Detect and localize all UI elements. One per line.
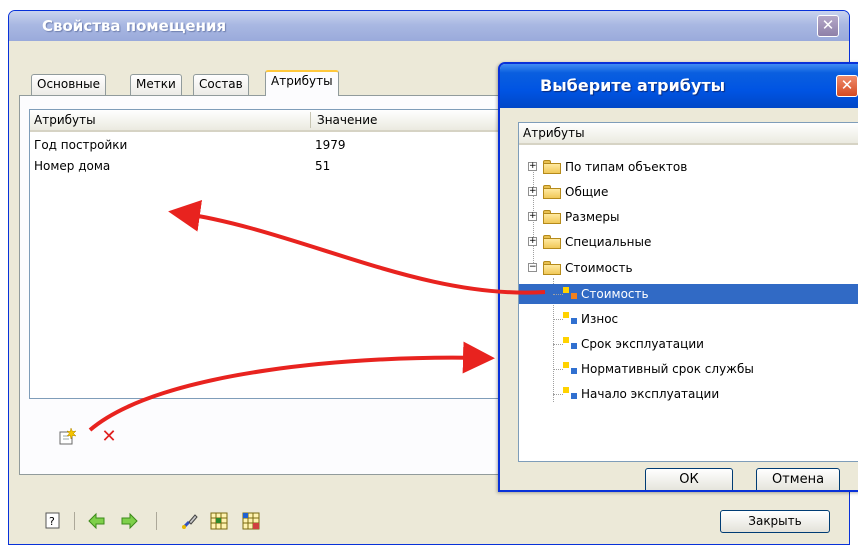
attributes-tree[interactable]: Атрибуты + По типам объектов + Общие + Р… [518,122,858,462]
tree-header: Атрибуты [519,123,858,145]
row-value: 51 [315,159,331,173]
tree-connector [553,294,563,295]
folder-icon [543,235,561,249]
tree-item-label: Общие [565,185,609,199]
tree-folder-by-object-type[interactable]: + По типам объектов [519,157,858,177]
grid-layout-icon[interactable] [242,512,260,530]
tab-labels[interactable]: Метки [130,74,182,95]
tree-connector [553,344,563,345]
ok-button[interactable]: ОК [645,468,733,490]
folder-icon [543,185,561,199]
add-attribute-icon[interactable] [58,427,77,446]
row-attribute: Год постройки [34,138,128,152]
table-row[interactable]: Номер дома 51 [30,157,508,177]
attribute-icon [563,337,579,351]
list-header: Атрибуты Значение [30,110,508,132]
tree-item-label: Стоимость [565,261,633,275]
window-title: Свойства помещения [9,11,849,41]
tree-item-label: Начало эксплуатации [581,387,720,401]
tree-item-label: Износ [581,312,619,326]
tree-folder-special[interactable]: + Специальные [519,232,858,252]
folder-icon [543,210,561,224]
attribute-icon [563,387,579,401]
back-arrow-icon[interactable] [88,512,106,530]
attribute-icon [563,312,579,326]
expand-icon[interactable]: + [528,212,537,221]
tree-connector [553,369,563,370]
select-attributes-dialog: Выберите атрибуты ✕ Атрибуты + По типам … [498,62,858,492]
row-value: 1979 [315,138,346,152]
tree-item-cost[interactable]: Стоимость [519,284,858,304]
dialog-title: Выберите атрибуты [500,64,858,108]
attributes-list[interactable]: Атрибуты Значение Год постройки 1979 Ном… [29,109,509,399]
tree-item-service-life[interactable]: Срок эксплуатации [519,334,858,354]
tree-item-start-of-use[interactable]: Начало эксплуатации [519,384,858,404]
tree-item-label: Специальные [565,235,652,249]
tree-folder-sizes[interactable]: + Размеры [519,207,858,227]
toolbar-separator [74,512,75,530]
dialog-close-button[interactable]: ✕ [836,75,858,97]
tree-item-wear[interactable]: Износ [519,309,858,329]
attribute-icon [563,362,579,376]
help-icon[interactable]: ? [44,512,62,530]
grid-settings-icon[interactable] [210,512,228,530]
tree-folder-cost[interactable]: − Стоимость [519,258,858,278]
tree-item-label: Размеры [565,210,620,224]
svg-text:?: ? [49,515,55,528]
tree-item-label: Нормативный срок службы [581,362,754,376]
tab-attributes[interactable]: Атрибуты [265,70,339,96]
tree-folder-general[interactable]: + Общие [519,182,858,202]
row-attribute: Номер дома [34,159,111,173]
column-divider[interactable] [310,112,311,128]
cancel-button[interactable]: Отмена [756,468,840,490]
tree-item-normative-life[interactable]: Нормативный срок службы [519,359,858,379]
close-button[interactable]: Закрыть [720,510,830,533]
collapse-icon[interactable]: − [528,263,537,272]
expand-icon[interactable]: + [528,187,537,196]
close-window-button[interactable]: ✕ [817,15,839,37]
toolbar-separator [156,512,157,530]
tree-item-label: По типам объектов [565,160,688,174]
folder-icon [543,160,561,174]
forward-arrow-icon[interactable] [120,512,138,530]
tree-connector [553,319,563,320]
brush-icon[interactable] [180,512,198,530]
tree-item-label: Срок эксплуатации [581,337,704,351]
attribute-icon [563,287,579,301]
folder-icon [543,261,561,275]
column-header-attribute[interactable]: Атрибуты [34,113,96,127]
tab-main[interactable]: Основные [31,74,107,95]
delete-attribute-icon[interactable]: ✕ [100,428,118,446]
column-header-value[interactable]: Значение [317,113,377,127]
table-row[interactable]: Год постройки 1979 [30,136,508,156]
tree-item-label: Стоимость [581,287,649,301]
tree-header-label: Атрибуты [523,126,585,140]
expand-icon[interactable]: + [528,162,537,171]
expand-icon[interactable]: + [528,237,537,246]
tab-contents[interactable]: Состав [193,74,249,95]
tree-connector [553,394,563,395]
